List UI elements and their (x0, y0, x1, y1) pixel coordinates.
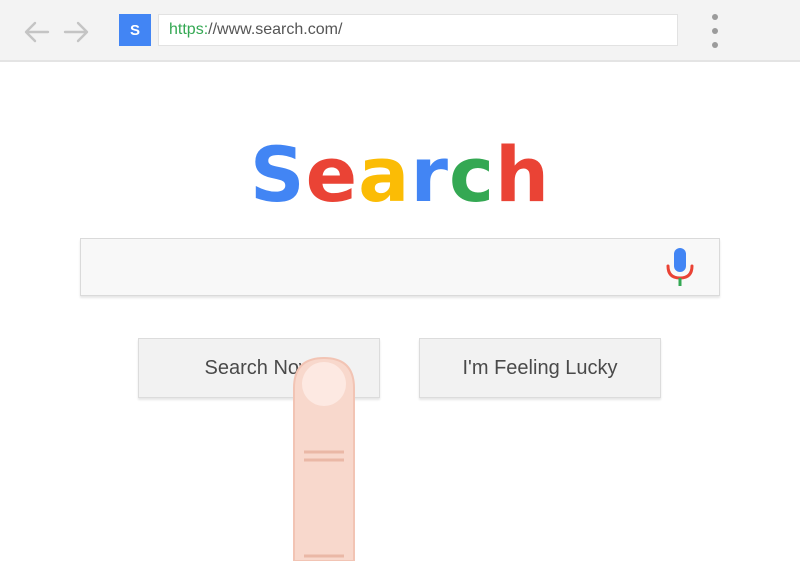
favicon-letter: S (129, 21, 140, 39)
search-now-button[interactable]: Search Now (138, 338, 380, 398)
kebab-menu-icon (712, 14, 718, 20)
feeling-lucky-button[interactable]: I'm Feeling Lucky (419, 338, 661, 398)
page: S https://www.search.com/ Search Search … (0, 0, 800, 561)
logo-letter-a: a (358, 130, 411, 219)
forward-button[interactable] (61, 17, 91, 47)
url-path: //www.search.com/ (208, 21, 343, 38)
arrow-left-icon (24, 21, 50, 43)
search-logo: Search (0, 132, 800, 218)
back-button[interactable] (22, 17, 52, 47)
browser-toolbar: S https://www.search.com/ (0, 0, 800, 62)
voice-search-button[interactable] (660, 246, 700, 288)
browser-menu-button[interactable] (703, 12, 727, 50)
logo-letter-r: r (410, 130, 449, 219)
logo-letter-e: e (305, 130, 359, 219)
logo-letter-c: c (448, 130, 496, 219)
address-bar[interactable]: https://www.search.com/ (158, 14, 678, 46)
search-input[interactable] (81, 239, 641, 295)
microphone-icon (666, 248, 694, 286)
url-scheme: https: (169, 21, 209, 38)
logo-letter-h: h (495, 130, 551, 219)
search-box (80, 238, 720, 296)
arrow-right-icon (63, 21, 89, 43)
logo-letter-s: S (249, 130, 306, 219)
site-favicon: S (119, 14, 151, 46)
